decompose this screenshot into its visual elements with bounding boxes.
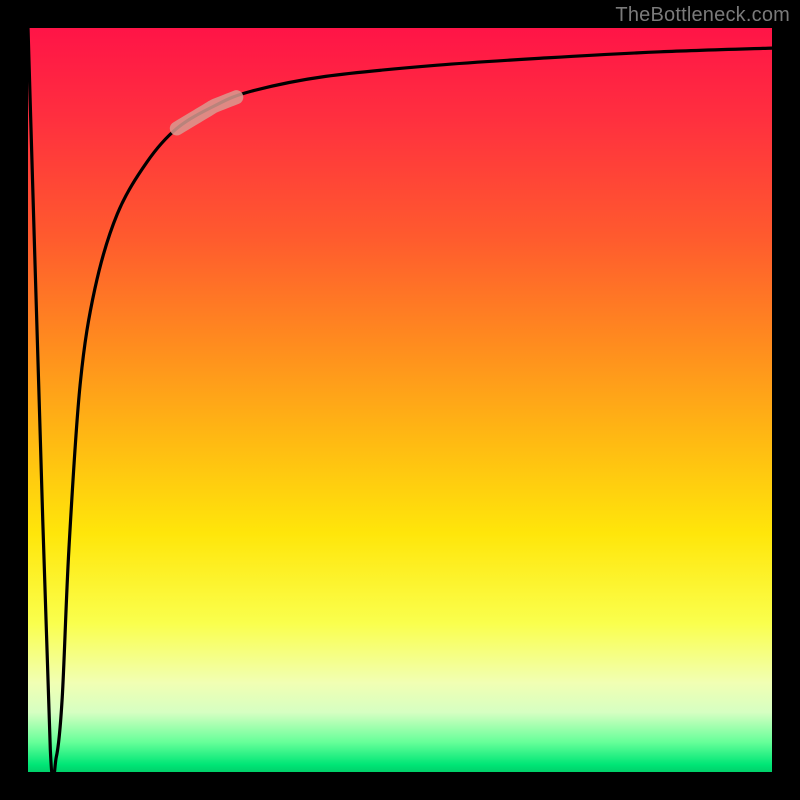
plot-area — [28, 28, 772, 772]
highlight-segment — [177, 97, 237, 128]
bottleneck-curve-path — [28, 28, 772, 772]
chart-frame: TheBottleneck.com — [0, 0, 800, 800]
watermark-text: TheBottleneck.com — [615, 4, 790, 27]
curve-svg — [28, 28, 772, 772]
